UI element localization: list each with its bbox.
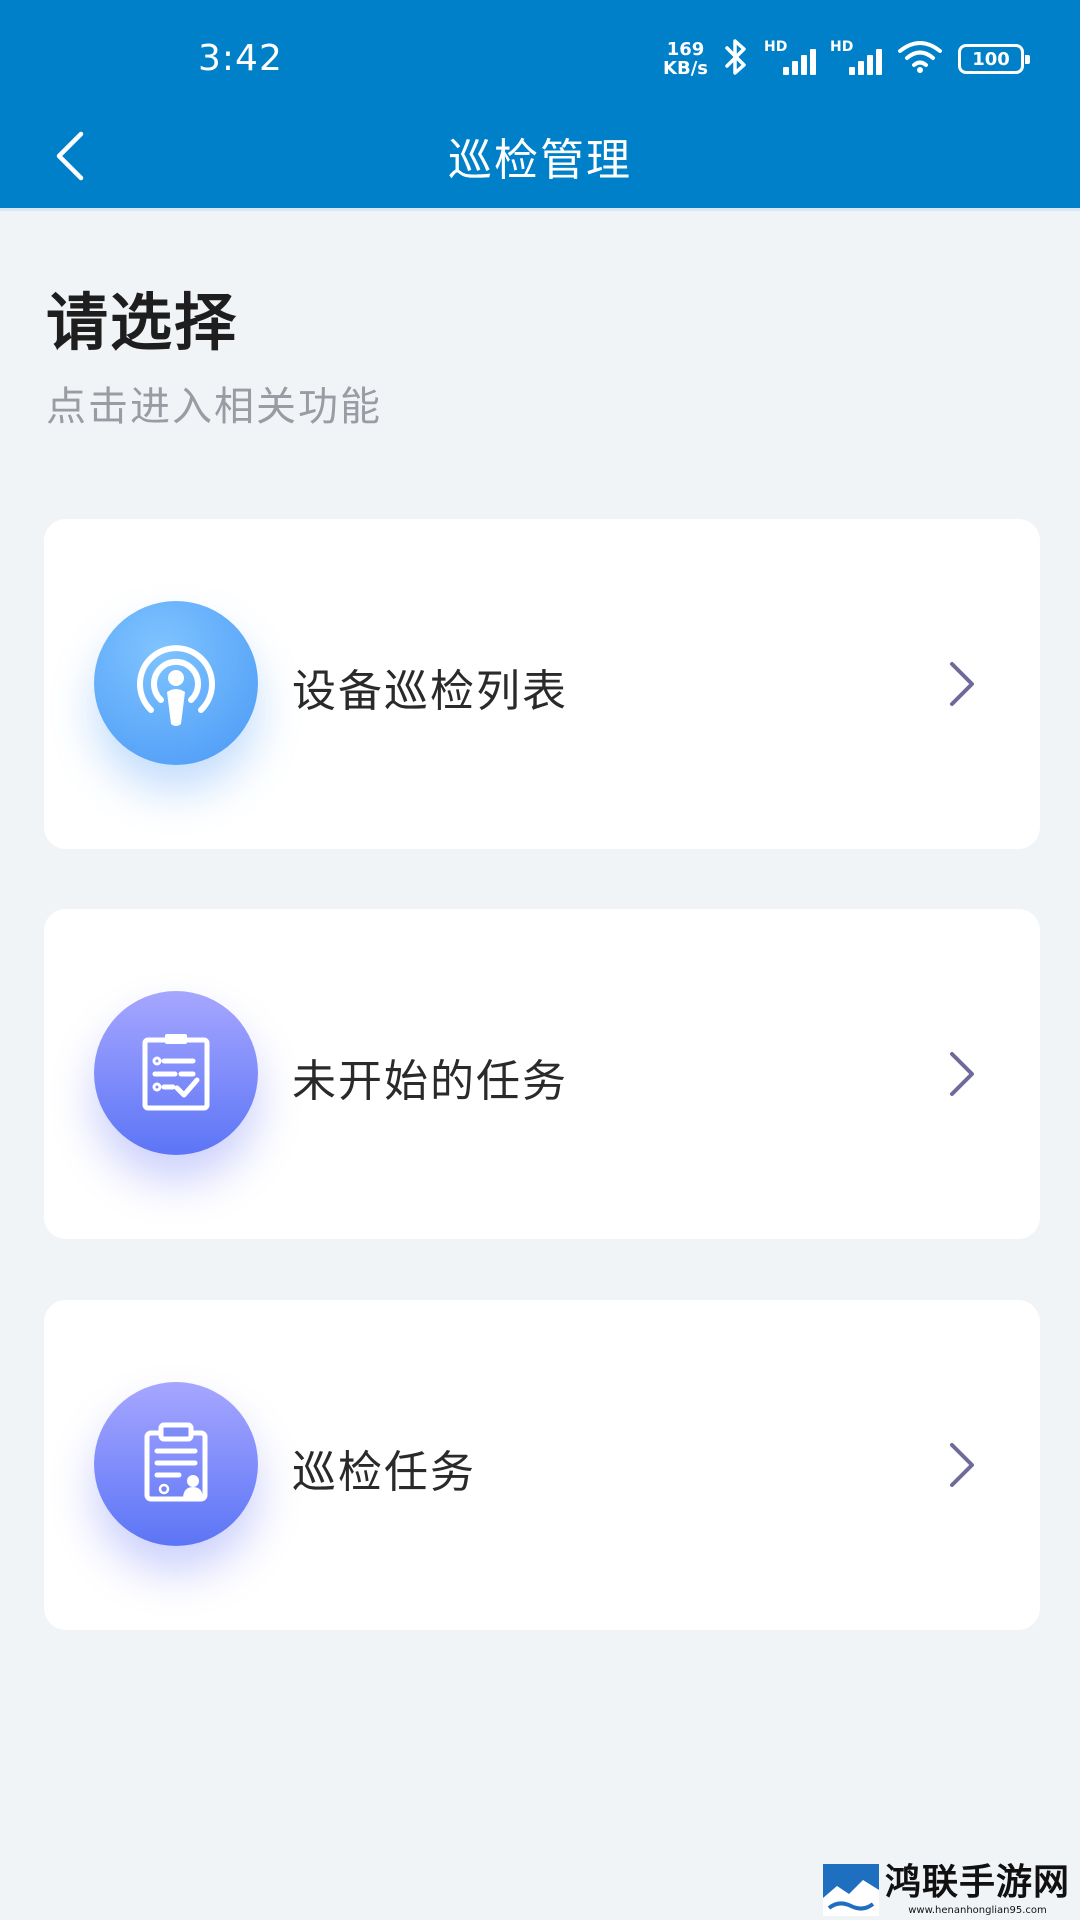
page-title: 巡检管理 <box>448 135 632 186</box>
chevron-right-icon <box>946 1441 976 1489</box>
watermark-url: www.henanhonglian95.com <box>908 1905 1047 1916</box>
watermark: 鸿联手游网 www.henanhonglian95.com <box>822 1853 1070 1916</box>
signal-icon: HD <box>830 39 882 79</box>
wifi-icon <box>896 39 944 79</box>
battery-icon: 100 <box>958 44 1030 74</box>
menu-card-not-started-tasks[interactable]: 未开始的任务 <box>44 909 1040 1239</box>
app-header: 3:42 169 KB/s HD HD 100 巡检管理 <box>0 0 1080 208</box>
menu-card-inspection-tasks[interactable]: 巡检任务 <box>44 1300 1040 1630</box>
signal-icon: HD <box>764 39 816 79</box>
status-bar: 3:42 169 KB/s HD HD 100 <box>0 0 1080 120</box>
intro-title: 请选择 <box>46 286 239 359</box>
watermark-title: 鸿联手游网 <box>884 1861 1070 1903</box>
chevron-right-icon <box>946 1050 976 1098</box>
status-time: 3:42 <box>198 38 283 79</box>
status-icons: 169 KB/s HD HD 100 <box>663 36 1030 82</box>
clipboard-user-icon <box>94 1382 258 1546</box>
card-label: 巡检任务 <box>292 1447 476 1498</box>
header-divider <box>0 208 1080 211</box>
watermark-logo-icon <box>822 1864 879 1916</box>
network-speed-value: 169 <box>666 39 705 60</box>
bluetooth-icon <box>722 38 750 80</box>
checklist-icon <box>94 991 258 1155</box>
network-speed: 169 KB/s <box>663 40 708 78</box>
nav-bar: 巡检管理 <box>0 110 1080 206</box>
chevron-right-icon <box>946 660 976 708</box>
card-label: 设备巡检列表 <box>292 666 568 717</box>
network-speed-unit: KB/s <box>663 58 708 79</box>
card-label: 未开始的任务 <box>292 1056 568 1107</box>
battery-level: 100 <box>972 48 1010 70</box>
intro-subtitle: 点击进入相关功能 <box>46 384 382 430</box>
broadcast-person-icon <box>94 601 258 765</box>
menu-card-device-inspection-list[interactable]: 设备巡检列表 <box>44 519 1040 849</box>
